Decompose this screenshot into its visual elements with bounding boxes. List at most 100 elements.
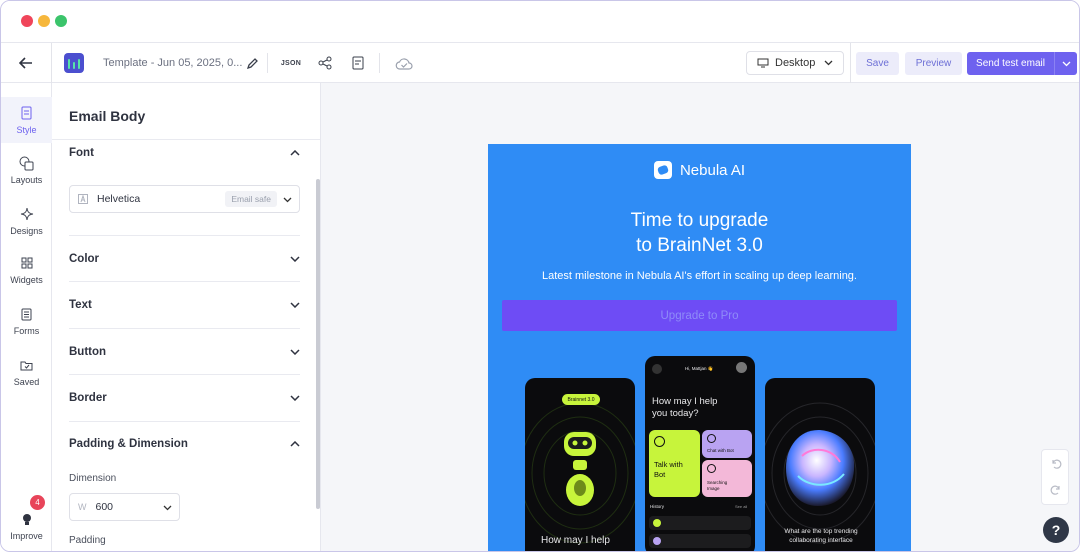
- chevron-up-icon: [290, 150, 300, 156]
- preview-button[interactable]: Preview: [905, 52, 962, 75]
- sidebar-item-forms[interactable]: Forms: [1, 298, 52, 344]
- chevron-down-icon: [283, 197, 292, 203]
- panel-scrollbar[interactable]: [316, 179, 320, 509]
- sidebar-item-widgets[interactable]: Widgets: [1, 247, 52, 293]
- sidebar-item-designs[interactable]: Designs: [1, 198, 52, 244]
- email-safe-badge: Email safe: [225, 191, 277, 207]
- chevron-down-icon: [824, 60, 833, 66]
- cloud-saved-icon: [394, 53, 414, 73]
- brainnet-badge: Brainnet 3.0: [562, 394, 600, 405]
- phone-left-bottom-text: How may I help: [541, 535, 610, 546]
- tile-label: Chat with Bot: [707, 448, 734, 453]
- close-window-button[interactable]: [21, 15, 33, 27]
- section-label: Border: [69, 392, 107, 404]
- email-brand: Nebula AI: [488, 159, 911, 181]
- device-select-value: Desktop: [775, 57, 816, 69]
- font-family-select[interactable]: Helvetica Email safe: [69, 185, 300, 213]
- improve-button[interactable]: Improve: [1, 501, 52, 541]
- email-subline: Latest milestone in Nebula AI's effort i…: [542, 270, 857, 282]
- history-item: [649, 516, 751, 530]
- email-preview[interactable]: Nebula AI Time to upgrade to BrainNet 3.…: [488, 144, 911, 551]
- divider: [52, 139, 320, 140]
- sidebar-item-saved[interactable]: Saved: [1, 349, 52, 395]
- help-button[interactable]: ?: [1043, 517, 1069, 543]
- maximize-window-button[interactable]: [55, 15, 67, 27]
- section-label: Text: [69, 299, 92, 311]
- sidebar-item-label: Forms: [13, 326, 40, 336]
- chevron-down-icon: [290, 349, 300, 355]
- chevron-down-icon: [290, 256, 300, 262]
- style-settings-panel: Email Body Font Helvetica Email safe Col…: [52, 83, 321, 551]
- form-icon: [19, 306, 35, 322]
- panel-title: Email Body: [69, 108, 146, 124]
- lightbulb-icon: [22, 514, 31, 525]
- sidebar-item-style[interactable]: Style: [1, 97, 52, 143]
- brand-name: Nebula AI: [679, 161, 746, 179]
- menu-icon: [652, 364, 662, 374]
- font-family-value: Helvetica: [97, 193, 141, 205]
- divider: [69, 328, 300, 329]
- monitor-icon: [757, 58, 769, 68]
- section-color[interactable]: Color: [69, 249, 300, 269]
- device-select[interactable]: Desktop: [746, 51, 844, 75]
- see-all-link: See all: [735, 504, 748, 509]
- image-icon: [707, 464, 716, 473]
- sidebar-item-layouts[interactable]: Layouts: [1, 147, 52, 193]
- editor-toolbar: Template - Jun 05, 2025, 0... JSON Deskt…: [1, 43, 1079, 83]
- holographic-orb-icon: [786, 429, 855, 506]
- sidebar-item-label: Layouts: [10, 175, 43, 185]
- section-button[interactable]: Button: [69, 342, 300, 362]
- grid-icon: [19, 255, 35, 271]
- chevron-down-icon: [290, 395, 300, 401]
- phone-mockup-middle: Hi, Mattjan 👋 How may I help you today? …: [645, 356, 755, 551]
- phone-right-bottom-text: What are the top trending collaborating …: [784, 528, 858, 544]
- edit-pencil-icon[interactable]: [243, 53, 263, 73]
- json-button[interactable]: JSON: [280, 53, 302, 73]
- section-label: Padding & Dimension: [69, 438, 188, 450]
- sparkle-icon: [19, 206, 35, 222]
- section-label: Button: [69, 346, 107, 358]
- dimension-label: Dimension: [69, 473, 117, 484]
- send-options-chevron-icon[interactable]: [1055, 61, 1077, 67]
- save-button[interactable]: Save: [856, 52, 899, 75]
- app-window: Template - Jun 05, 2025, 0... JSON Deskt…: [0, 0, 1080, 552]
- chevron-up-icon: [290, 441, 300, 447]
- tile-label: Searching Image: [707, 480, 728, 491]
- section-font[interactable]: Font: [69, 143, 300, 163]
- template-name[interactable]: Template - Jun 05, 2025, 0...: [103, 57, 242, 69]
- sidebar-item-label: Style: [16, 125, 37, 135]
- divider: [69, 281, 300, 282]
- section-padding-dimension[interactable]: Padding & Dimension: [69, 434, 300, 454]
- section-text[interactable]: Text: [69, 295, 300, 315]
- divider: [69, 421, 300, 422]
- dimension-width-select[interactable]: W 600: [69, 493, 180, 521]
- upgrade-cta-button[interactable]: Upgrade to Pro: [502, 300, 897, 331]
- history-label: History: [650, 504, 665, 509]
- share-icon[interactable]: [315, 53, 335, 73]
- assistant-question: How may I help you today?: [652, 396, 718, 419]
- email-canvas: Nebula AI Time to upgrade to BrainNet 3.…: [321, 83, 1079, 551]
- title-bar: [1, 1, 1079, 43]
- layers-icon: [19, 155, 35, 171]
- app-logo-icon: [64, 53, 84, 73]
- undo-icon[interactable]: [1050, 458, 1062, 470]
- send-test-email-button[interactable]: Send test email: [967, 52, 1077, 75]
- redo-icon[interactable]: [1050, 484, 1062, 496]
- tile-chat-with-bot: Chat with Bot: [702, 430, 752, 458]
- back-arrow-icon[interactable]: [16, 53, 36, 73]
- toolbar-divider: [267, 53, 268, 73]
- divider: [69, 374, 300, 375]
- notification-badge: 4: [30, 495, 45, 510]
- mic-icon: [654, 436, 665, 447]
- tile-talk-with-bot: Talk with Bot: [649, 430, 700, 497]
- chevron-down-icon: [290, 302, 300, 308]
- email-headline: Time to upgrade to BrainNet 3.0: [488, 208, 911, 258]
- history-item: [649, 534, 751, 548]
- template-doc-icon[interactable]: [348, 53, 368, 73]
- headline-line-1: Time to upgrade: [630, 210, 769, 231]
- section-border[interactable]: Border: [69, 388, 300, 408]
- minimize-window-button[interactable]: [38, 15, 50, 27]
- font-icon: [78, 194, 88, 204]
- avatar: [736, 362, 747, 373]
- section-label: Color: [69, 253, 100, 265]
